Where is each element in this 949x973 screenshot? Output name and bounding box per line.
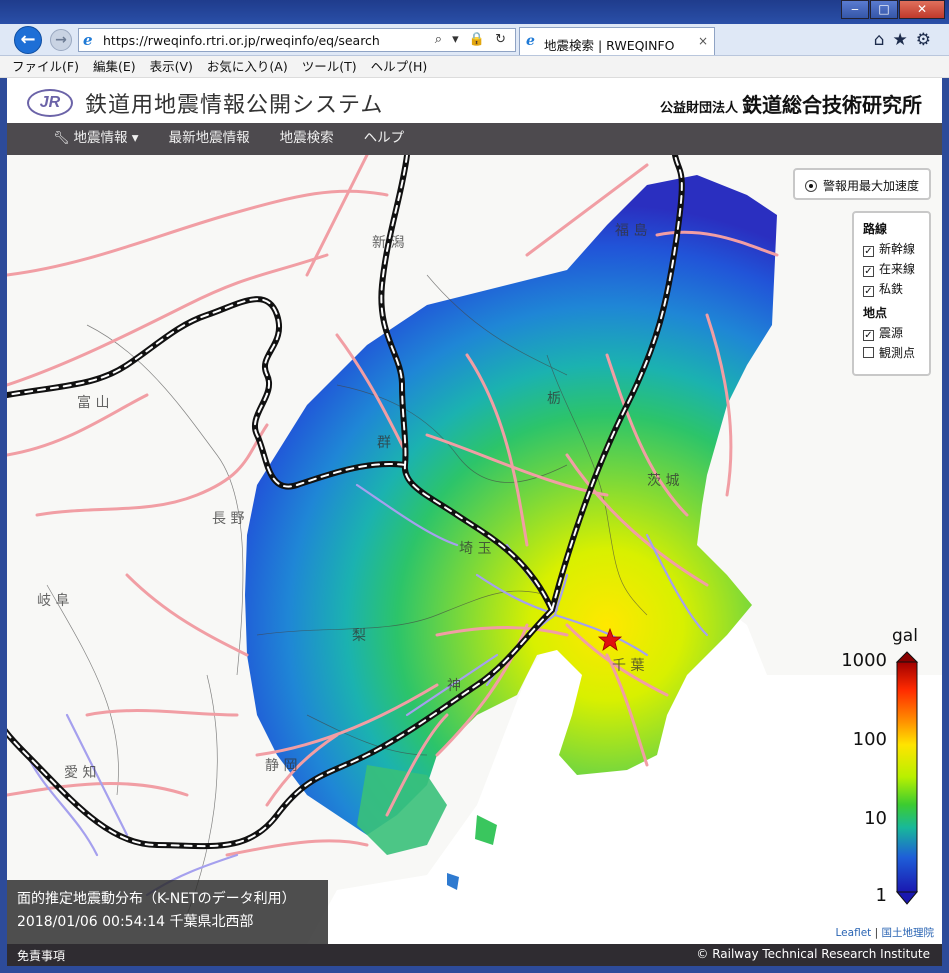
window-titlebar: ‒ □ ✕ <box>0 0 949 24</box>
pref-label-saitama: 埼 玉 <box>459 541 491 557</box>
checkbox-checked-icon[interactable]: ✓ <box>863 266 874 277</box>
ie-icon: e <box>83 31 93 49</box>
checkbox-checked-icon[interactable]: ✓ <box>863 330 874 341</box>
site-nav: 🔧︎ 地震情報 ▾ 最新地震情報 地震検索 ヘルプ <box>7 123 942 155</box>
checkbox-checked-icon[interactable]: ✓ <box>863 286 874 297</box>
layer-control: 路線 ✓ 新幹線 ✓ 在来線 ✓ 私鉄 地点 ✓ 震源 観測点 <box>852 211 931 376</box>
pref-label-gunma: 群 <box>377 435 391 451</box>
layer-shinkansen[interactable]: ✓ 新幹線 <box>863 240 929 260</box>
legend-colorbar <box>895 651 919 905</box>
address-tools-icons[interactable]: ⌕ ▾ 🔒 ↻ <box>435 32 509 47</box>
pref-label-kanagawa: 神 <box>447 678 461 694</box>
layer-stations-label: 観測点 <box>879 346 916 360</box>
window-controls: ‒ □ ✕ <box>840 0 945 19</box>
pref-label-yamanashi: 梨 <box>352 628 366 644</box>
pref-label-gifu: 岐 阜 <box>37 592 69 609</box>
event-info-datetime: 2018/01/06 00:54:14 千葉県北西部 <box>17 914 254 930</box>
checkbox-unchecked-icon[interactable] <box>863 347 874 358</box>
nav-search[interactable]: 地震検索 <box>280 123 334 155</box>
address-bar[interactable]: e https://rweqinfo.rtri.or.jp/rweqinfo/e… <box>78 28 516 52</box>
menu-favorites[interactable]: お気に入り(A) <box>207 56 288 77</box>
attribution-separator: | <box>871 927 882 939</box>
pga-radio-label[interactable]: 警報用最大加速度 <box>823 179 919 193</box>
nav-latest-info[interactable]: 最新地震情報 <box>169 123 250 155</box>
window-frame-right <box>942 78 949 973</box>
pref-label-nagano: 長 野 <box>212 511 244 527</box>
menu-tools[interactable]: ツール(T) <box>302 56 357 77</box>
org-prefix: 公益財団法人 <box>659 101 738 116</box>
legend-tick-1000: 1000 <box>841 650 887 671</box>
home-favorites-settings-icons[interactable]: ⌂★⚙ <box>874 30 939 50</box>
nav-help[interactable]: ヘルプ <box>364 123 405 155</box>
maximize-button[interactable]: □ <box>870 0 898 19</box>
checkbox-checked-icon[interactable]: ✓ <box>863 246 874 257</box>
disclaimer-link[interactable]: 免責事項 <box>17 947 65 964</box>
tab-favicon-icon: e <box>526 33 535 49</box>
layer-epicenter[interactable]: ✓ 震源 <box>863 324 929 344</box>
legend-gradient <box>896 661 918 893</box>
org-name[interactable]: 公益財団法人 鉄道総合技術研究所 <box>660 89 922 118</box>
points-heading: 地点 <box>863 306 888 320</box>
site-footer: 免責事項 © Railway Technical Research Instit… <box>7 944 942 966</box>
tab-title: 地震検索 | RWEQINFO <box>544 38 675 53</box>
nav-earthquake-info-label: 地震情報 ▾ <box>73 130 139 146</box>
back-button[interactable]: ← <box>14 26 42 54</box>
layer-private[interactable]: ✓ 私鉄 <box>863 280 929 300</box>
jr-logo[interactable]: JR <box>27 89 73 117</box>
tab-close-icon[interactable]: × <box>698 34 708 48</box>
site-header: JR 鉄道用地震情報公開システム 公益財団法人 鉄道総合技術研究所 <box>7 79 942 123</box>
site-title[interactable]: 鉄道用地震情報公開システム <box>85 87 383 119</box>
layer-conventional[interactable]: ✓ 在来線 <box>863 260 929 280</box>
pref-label-tochigi: 栃 <box>547 391 561 407</box>
pref-label-shizuoka: 静 岡 <box>265 758 297 774</box>
copyright-text: © Railway Technical Research Institute <box>696 947 930 961</box>
legend-tick-1: 1 <box>875 885 887 906</box>
attribution-leaflet-link[interactable]: Leaflet <box>836 927 872 939</box>
layer-stations[interactable]: 観測点 <box>863 344 929 364</box>
layer-conventional-label: 在来線 <box>879 262 916 276</box>
close-button[interactable]: ✕ <box>899 0 945 19</box>
menu-help[interactable]: ヘルプ(H) <box>371 56 428 77</box>
window-frame-left <box>0 78 7 973</box>
map-attribution: Leaflet | 国土地理院 <box>836 925 934 940</box>
legend-tick-100: 100 <box>852 729 887 750</box>
browser-window: ‒ □ ✕ ← → e https://rweqinfo.rtri.or.jp/… <box>0 0 949 973</box>
map-view[interactable]: 新 潟 福 島 富 山 群 栃 茨 城 長 野 埼 玉 岐 阜 千 葉 神 静 … <box>7 155 942 944</box>
minimize-button[interactable]: ‒ <box>841 0 869 19</box>
pref-label-toyama: 富 山 <box>77 394 109 411</box>
browser-navbar: ← → e https://rweqinfo.rtri.or.jp/rweqin… <box>0 24 949 56</box>
map-canvas[interactable]: 新 潟 福 島 富 山 群 栃 茨 城 長 野 埼 玉 岐 阜 千 葉 神 静 … <box>7 155 942 944</box>
forward-button[interactable]: → <box>50 29 72 51</box>
pref-label-chiba: 千 葉 <box>612 658 644 674</box>
pref-label-fukushima: 福 島 <box>615 223 647 239</box>
window-frame-bottom <box>0 966 949 973</box>
browser-tab[interactable]: e 地震検索 | RWEQINFO × <box>519 27 715 55</box>
lines-heading: 路線 <box>863 222 888 236</box>
address-url[interactable]: https://rweqinfo.rtri.or.jp/rweqinfo/eq/… <box>103 33 380 48</box>
org-title: 鉄道総合技術研究所 <box>742 93 922 117</box>
legend-unit: gal <box>892 626 918 646</box>
radio-selected-icon[interactable] <box>805 180 817 192</box>
layer-epicenter-label: 震源 <box>879 326 904 340</box>
menu-bar: ファイル(F) 編集(E) 表示(V) お気に入り(A) ツール(T) ヘルプ(… <box>0 56 949 78</box>
pga-radio-control[interactable]: 警報用最大加速度 <box>793 168 931 200</box>
layer-private-label: 私鉄 <box>879 282 904 296</box>
layer-shinkansen-label: 新幹線 <box>879 242 916 256</box>
menu-view[interactable]: 表示(V) <box>150 56 193 77</box>
pref-label-aichi: 愛 知 <box>64 764 96 781</box>
event-info-box: 面的推定地震動分布（K-NETのデータ利用） 2018/01/06 00:54:… <box>7 880 328 944</box>
wrench-icon: 🔧︎ <box>53 131 70 146</box>
menu-edit[interactable]: 編集(E) <box>93 56 136 77</box>
event-info-title: 面的推定地震動分布（K-NETのデータ利用） <box>17 891 296 907</box>
menu-file[interactable]: ファイル(F) <box>12 56 79 77</box>
attribution-gsi-link[interactable]: 国土地理院 <box>882 927 935 939</box>
legend-tick-10: 10 <box>864 808 887 829</box>
pref-label-niigata: 新 潟 <box>372 235 404 251</box>
nav-earthquake-info[interactable]: 🔧︎ 地震情報 ▾ <box>53 123 139 155</box>
pref-label-ibaraki: 茨 城 <box>647 473 679 489</box>
